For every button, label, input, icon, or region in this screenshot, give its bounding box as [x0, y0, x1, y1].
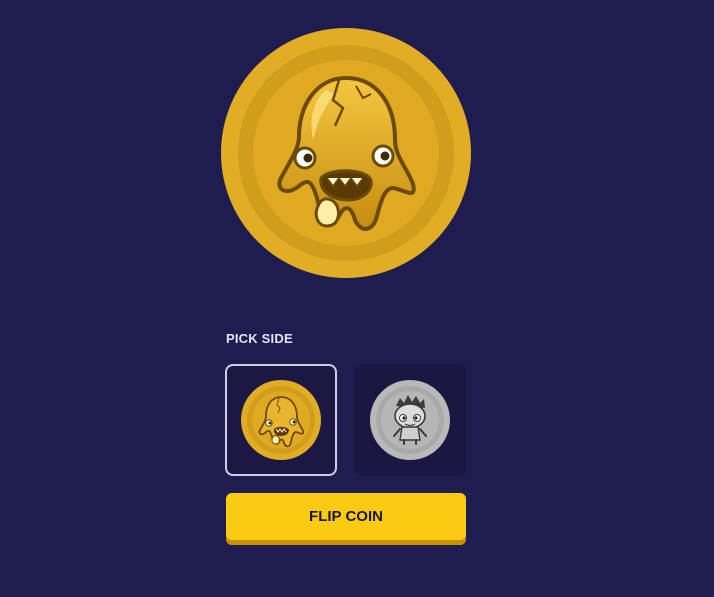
main-coin-monster-icon	[221, 28, 471, 278]
pick-side-label: PICK SIDE	[226, 331, 293, 346]
side-option-zombie[interactable]	[354, 364, 466, 476]
coin-flip-page: PICK SIDE FLIP COIN	[0, 0, 714, 597]
gold-monster-coin-icon	[241, 380, 321, 460]
flip-coin-button[interactable]: FLIP COIN	[226, 493, 466, 545]
side-option-monster[interactable]	[225, 364, 337, 476]
silver-zombie-coin-icon	[370, 380, 450, 460]
